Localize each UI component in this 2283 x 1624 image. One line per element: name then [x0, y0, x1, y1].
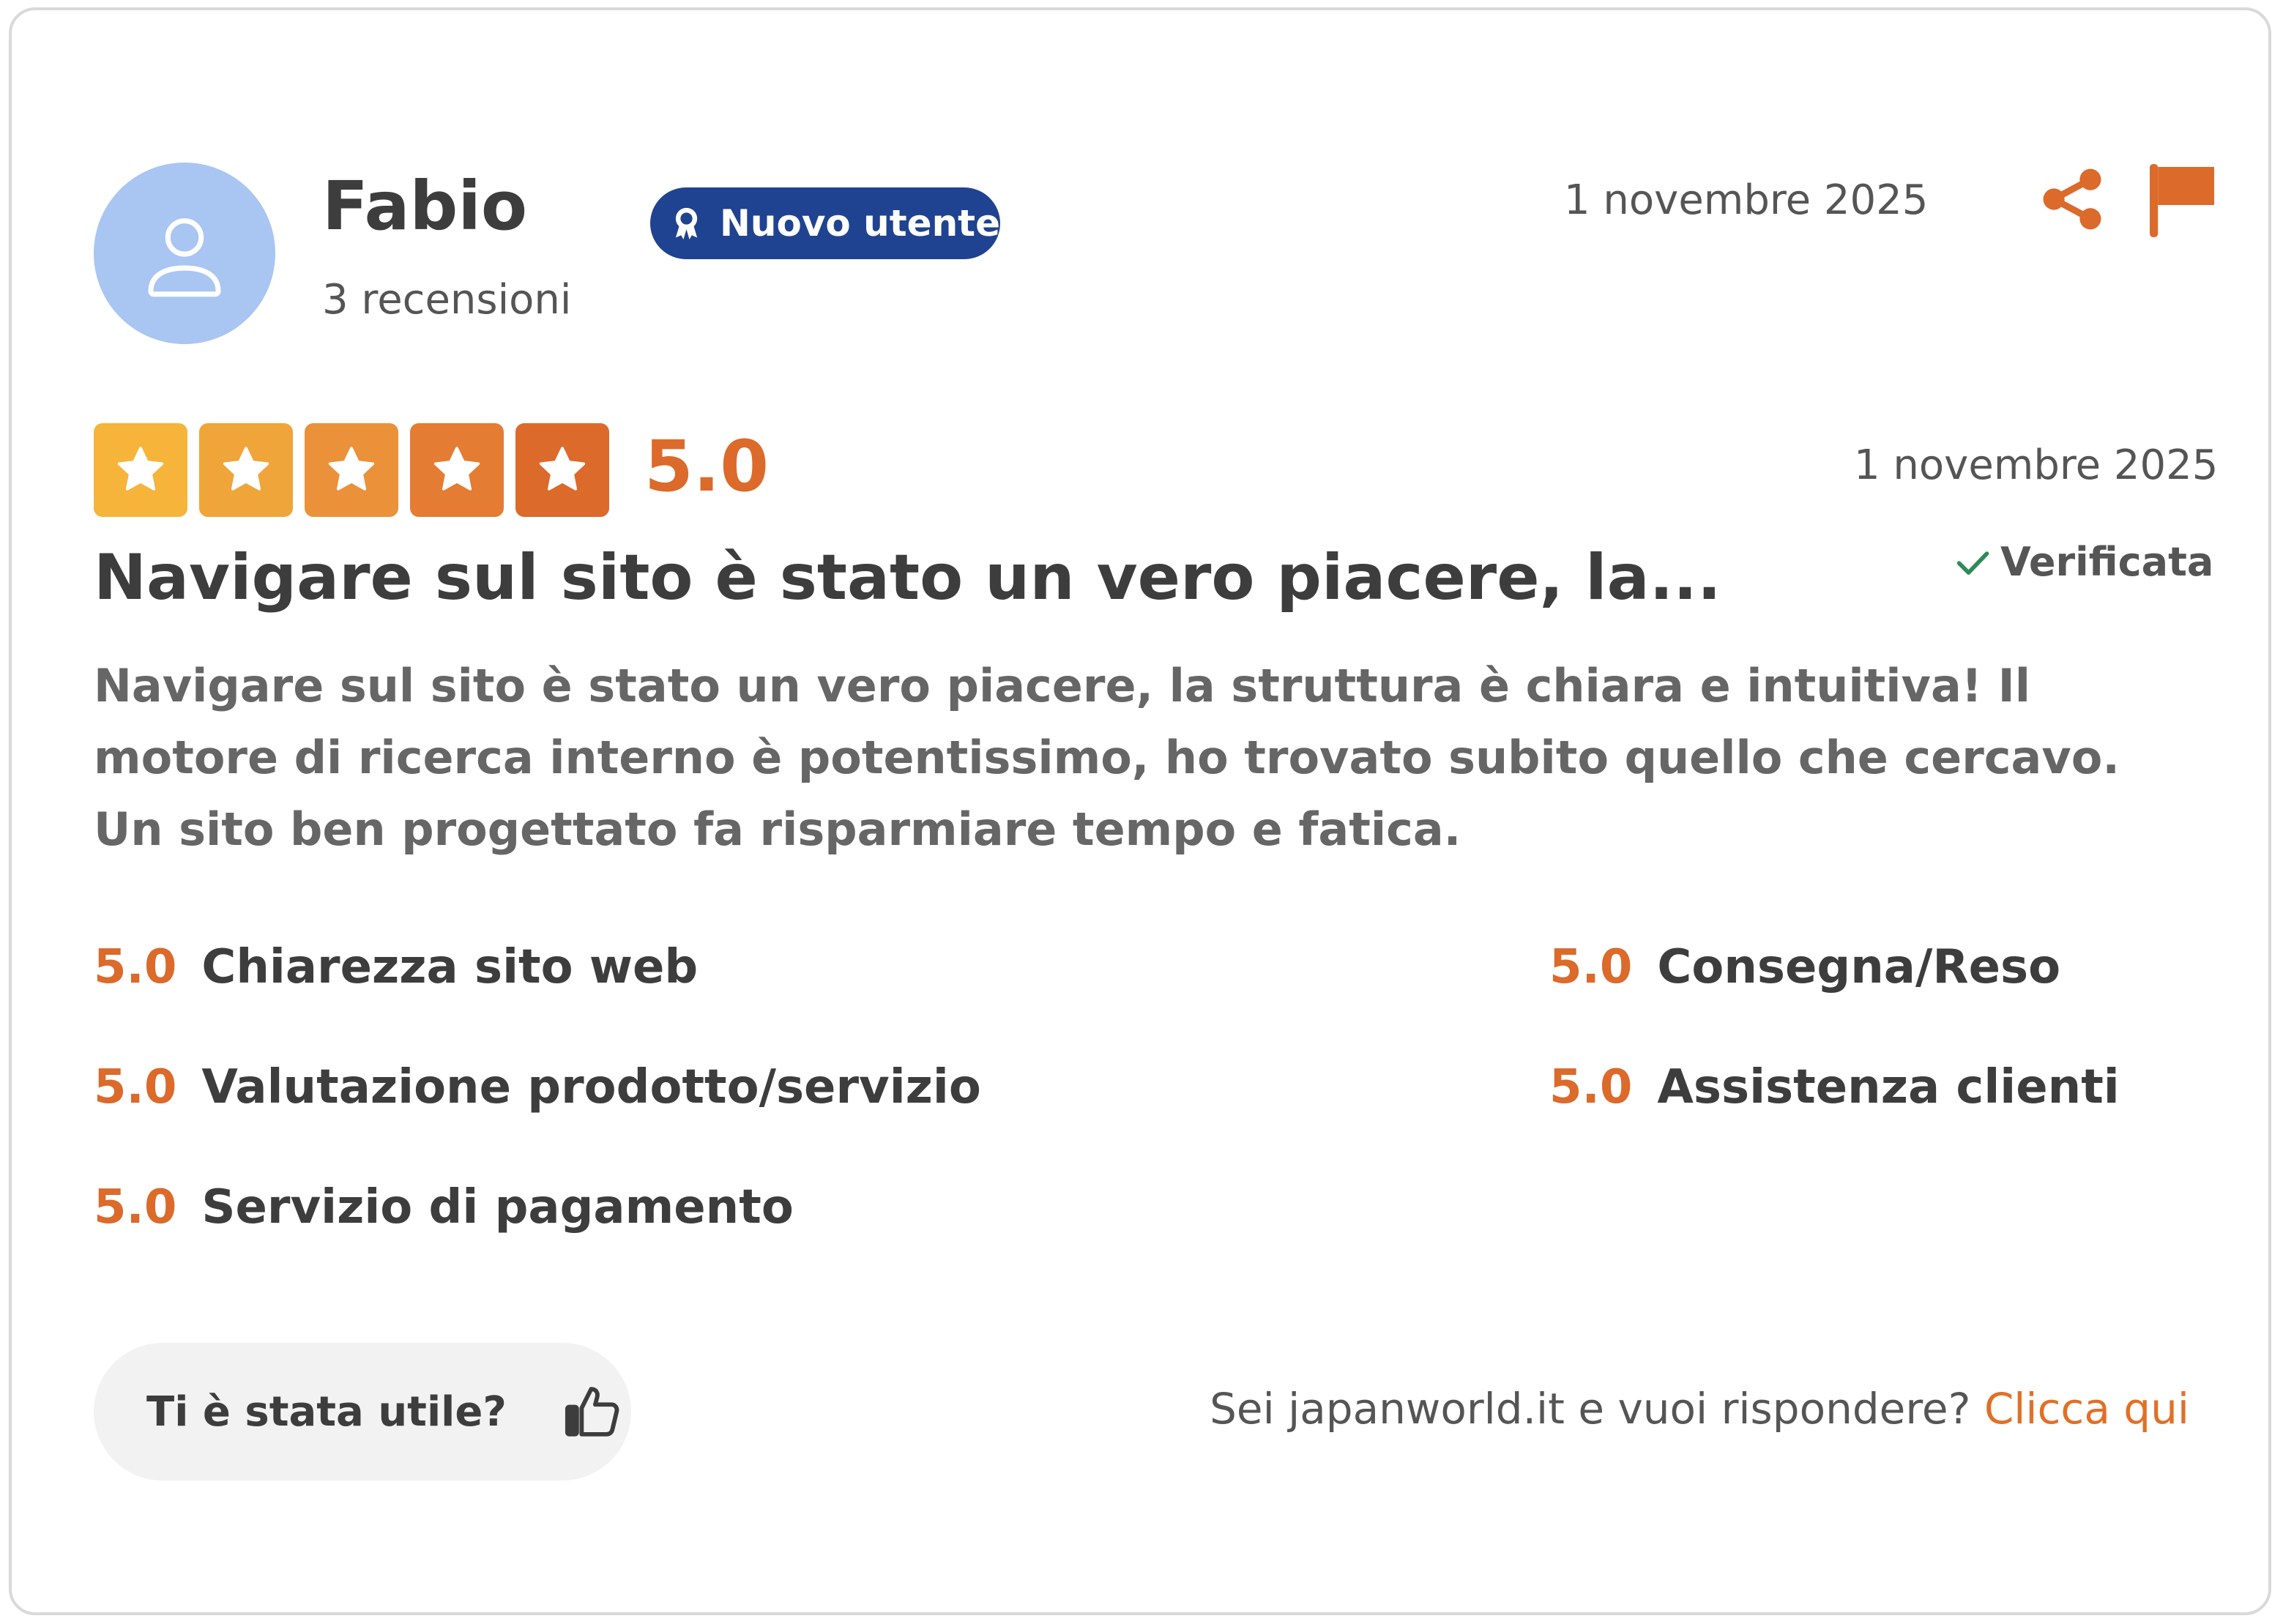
award-ribbon-icon	[675, 207, 698, 239]
helpful-button[interactable]: Ti è stata utile?	[94, 1343, 631, 1480]
avatar	[94, 163, 275, 344]
checkmark-icon	[1956, 551, 1989, 575]
sub-rating-label: Consegna/Reso	[1657, 940, 2061, 994]
sub-rating-value: 5.0	[94, 1060, 177, 1114]
sub-rating-support: 5.0 Assistenza clienti	[1549, 1060, 2120, 1114]
star-rating	[94, 423, 609, 517]
rating-date: 1 novembre 2025	[1854, 442, 2219, 489]
rating-value: 5.0	[644, 425, 770, 507]
sub-rating-value: 5.0	[94, 1180, 177, 1234]
star-icon	[199, 423, 293, 517]
reviewer-name: Fabio	[322, 167, 528, 245]
review-date-header: 1 novembre 2025	[1564, 176, 1929, 224]
star-icon	[410, 423, 504, 517]
sub-rating-label: Servizio di pagamento	[201, 1180, 794, 1234]
reply-prompt-text: Sei japanworld.it e vuoi rispondere?	[1210, 1384, 1971, 1434]
sub-rating-value: 5.0	[1549, 1060, 1633, 1114]
reply-link[interactable]: Clicca qui	[1984, 1384, 2189, 1434]
review-body: Navigare sul sito è stato un vero piacer…	[94, 659, 2120, 856]
share-button[interactable]	[2038, 165, 2106, 233]
sub-rating-product: 5.0 Valutazione prodotto/servizio	[94, 1060, 981, 1114]
star-icon	[94, 423, 187, 517]
helpful-label: Ti è stata utile?	[146, 1388, 507, 1436]
user-icon	[148, 218, 221, 297]
report-button[interactable]	[2147, 163, 2217, 239]
badge-label: Nuovo utente	[720, 202, 1000, 245]
review-title: Navigare sul sito è stato un vero piacer…	[94, 541, 1721, 614]
sub-rating-delivery: 5.0 Consegna/Reso	[1549, 940, 2060, 994]
sub-rating-value: 5.0	[94, 940, 177, 994]
review-count: 3 recensioni	[322, 276, 572, 324]
verified-badge: Verificata	[1954, 539, 2213, 585]
share-icon	[2043, 168, 2101, 230]
review-card: Fabio 3 recensioni Nuovo utente 1 novemb…	[9, 7, 2271, 1615]
sub-rating-value: 5.0	[1549, 940, 1633, 994]
sub-rating-label: Valutazione prodotto/servizio	[201, 1060, 981, 1114]
star-icon	[305, 423, 398, 517]
sub-rating-label: Chiarezza sito web	[201, 940, 699, 994]
sub-rating-site-clarity: 5.0 Chiarezza sito web	[94, 940, 698, 994]
flag-icon	[2150, 164, 2214, 237]
user-badge: Nuovo utente	[650, 187, 1000, 259]
sub-rating-payment: 5.0 Servizio di pagamento	[94, 1180, 794, 1234]
verified-label: Verificata	[2000, 539, 2214, 585]
owner-reply-prompt: Sei japanworld.it e vuoi rispondere? Cli…	[1210, 1384, 2189, 1434]
sub-rating-label: Assistenza clienti	[1657, 1060, 2120, 1114]
star-icon	[515, 423, 609, 517]
thumbs-up-icon	[565, 1387, 619, 1437]
